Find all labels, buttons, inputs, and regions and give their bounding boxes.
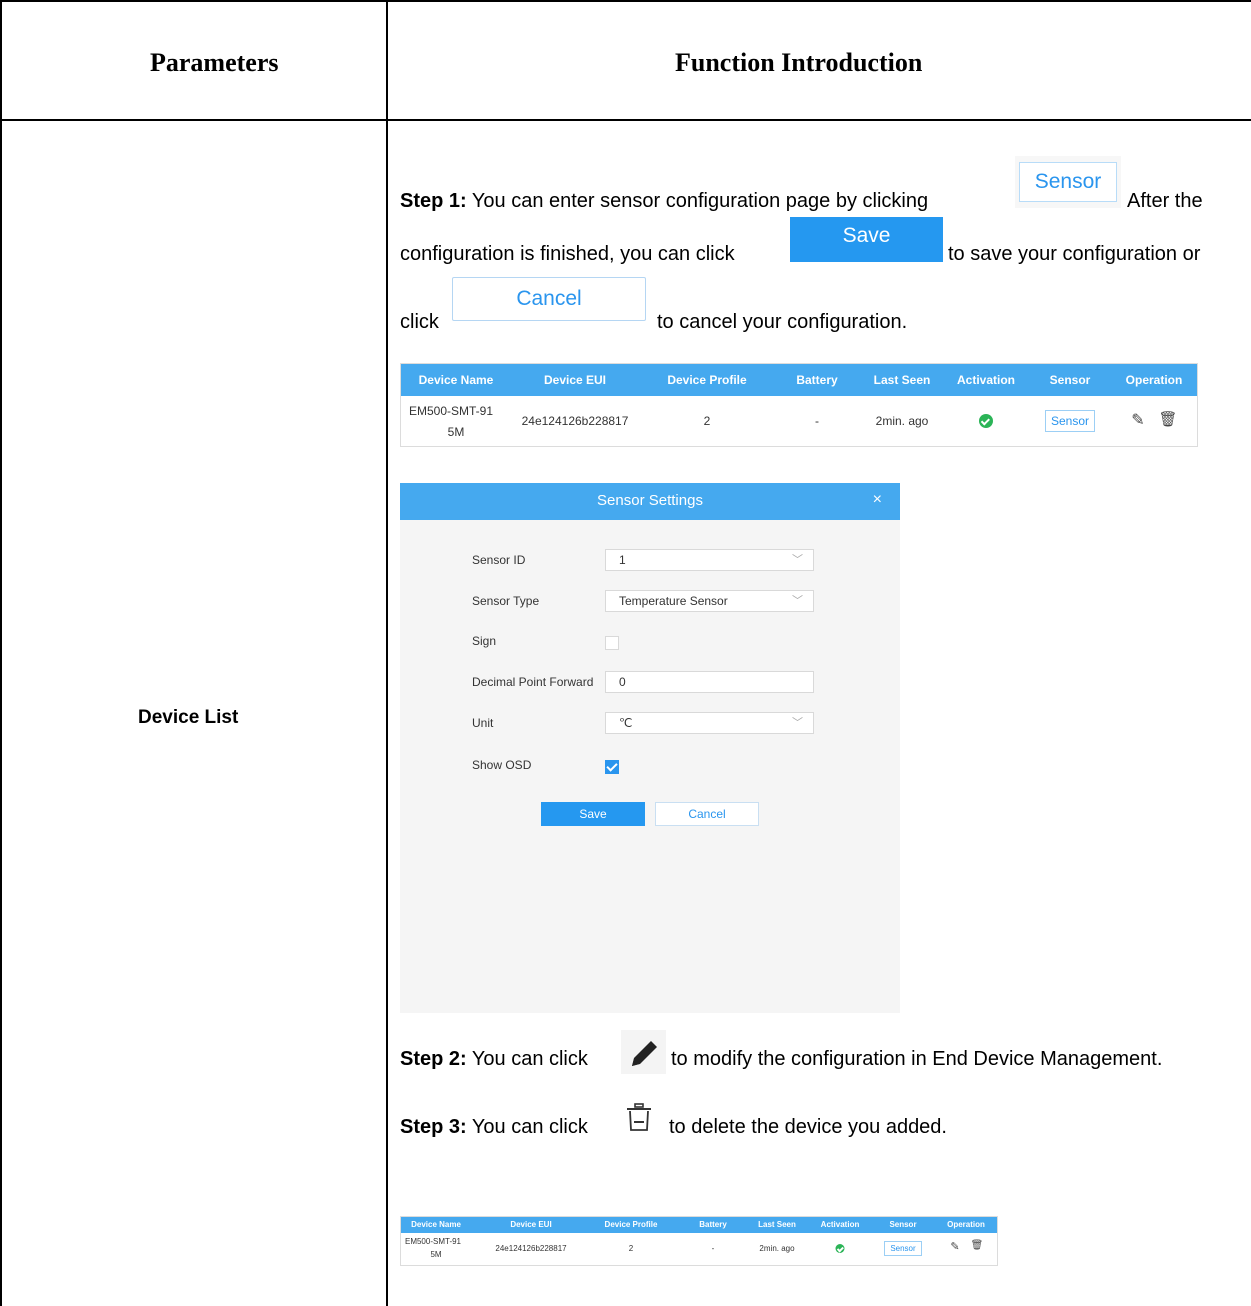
step3-line: Step 3: You can click (400, 1116, 588, 1139)
cell-device-profile: 2 (628, 1244, 634, 1253)
table-column-divider (386, 0, 388, 1306)
step3-label: Step 3: (400, 1116, 467, 1138)
inline-sensor-button-label: Sensor (1019, 162, 1117, 202)
close-icon[interactable]: × (873, 491, 882, 509)
unit-value: ℃ (619, 716, 633, 730)
col-sensor: Sensor (889, 1220, 917, 1229)
col-activation: Activation (820, 1220, 860, 1229)
chevron-down-icon: ﹀ (792, 554, 803, 566)
pencil-icon[interactable]: ✎ (1131, 410, 1144, 430)
step2-text-a: You can click (466, 1048, 588, 1070)
inline-save-button: Save (790, 217, 943, 262)
col-device-eui: Device EUI (510, 1220, 552, 1229)
decimal-point-forward-value: 0 (619, 675, 626, 689)
col-device-profile: Device Profile (667, 373, 747, 387)
row-sensor-button[interactable]: Sensor (1045, 410, 1095, 432)
step1-text-e: click (400, 311, 439, 333)
decimal-point-forward-input[interactable]: 0 (605, 671, 814, 693)
col-battery: Battery (699, 1220, 727, 1229)
pencil-icon[interactable]: ✎ (950, 1240, 959, 1253)
step1-label: Step 1: (400, 190, 467, 212)
decimal-point-forward-label: Decimal Point Forward (472, 675, 594, 689)
cell-battery: - (711, 1244, 715, 1253)
trash-icon[interactable]: 🗑 (1158, 410, 1177, 428)
sensor-type-value: Temperature Sensor (619, 594, 728, 608)
document-table: Parameters Function Introduction Device … (0, 0, 1251, 1306)
col-sensor: Sensor (1049, 373, 1091, 387)
activation-check-icon (835, 1244, 845, 1253)
step1-line1: Step 1: You can enter sensor configurati… (400, 190, 928, 213)
step1-text-a: You can enter sensor configuration page … (466, 190, 929, 212)
chevron-down-icon: ﹀ (792, 595, 803, 607)
row-sensor-button[interactable]: Sensor (884, 1241, 922, 1256)
col-activation: Activation (956, 373, 1016, 387)
dialog-title: Sensor Settings (597, 492, 703, 509)
device-table-small-header: Device Name Device EUI Device Profile Ba… (401, 1217, 997, 1233)
device-table-small: Device Name Device EUI Device Profile Ba… (400, 1216, 998, 1266)
step1-text-d: to save your configuration or (948, 243, 1201, 265)
chevron-down-icon: ﹀ (792, 717, 803, 729)
step2-line: Step 2: You can click (400, 1048, 588, 1071)
device-table-header: Device Name Device EUI Device Profile Ba… (401, 364, 1197, 396)
inline-cancel-button: Cancel (452, 277, 646, 321)
dialog-save-button[interactable]: Save (541, 802, 645, 826)
dialog-header: Sensor Settings × (400, 483, 900, 520)
show-osd-checkbox[interactable] (605, 760, 619, 774)
col-device-name: Device Name (411, 1220, 461, 1229)
header-function-introduction: Function Introduction (675, 48, 923, 77)
step1-text-f: to cancel your configuration. (657, 311, 908, 333)
cell-device-name-1: EM500-SMT-91 (408, 404, 494, 418)
inline-trash-icon (621, 1099, 661, 1141)
cell-battery: - (815, 414, 819, 428)
step1-text-c: configuration is finished, you can click (400, 243, 735, 265)
col-last-seen: Last Seen (873, 373, 931, 387)
cell-device-profile: 2 (703, 414, 711, 428)
step3-text-b: to delete the device you added. (669, 1116, 947, 1138)
step3-text-a: You can click (466, 1116, 588, 1138)
table-border-top (0, 0, 1251, 2)
sensor-id-value: 1 (619, 553, 626, 567)
row-label-device-list: Device List (138, 707, 239, 728)
activation-check-icon (979, 414, 993, 428)
inline-sensor-button: Sensor (1015, 156, 1121, 208)
sensor-id-label: Sensor ID (472, 553, 526, 567)
inline-pencil-icon (621, 1030, 666, 1074)
col-operation: Operation (947, 1220, 985, 1229)
col-battery: Battery (796, 373, 838, 387)
cell-device-name-2: 5M (430, 1250, 442, 1259)
sensor-type-select[interactable]: Temperature Sensor ﹀ (605, 590, 814, 612)
header-parameters: Parameters (150, 48, 279, 77)
unit-label: Unit (472, 716, 494, 730)
step2-label: Step 2: (400, 1048, 467, 1070)
cell-device-name-1: EM500-SMT-91 (404, 1237, 462, 1246)
col-last-seen: Last Seen (758, 1220, 796, 1229)
trash-icon[interactable]: 🗑 (971, 1240, 984, 1251)
table-header-divider (0, 119, 1251, 121)
cell-last-seen: 2min. ago (759, 1244, 795, 1253)
col-device-name: Device Name (418, 373, 494, 387)
device-table-large: Device Name Device EUI Device Profile Ba… (400, 363, 1198, 447)
sensor-type-label: Sensor Type (472, 594, 540, 608)
cell-device-eui: 24e124126b228817 (495, 1244, 567, 1253)
step1-text-b: After the (1127, 190, 1203, 212)
cell-device-eui: 24e124126b228817 (521, 414, 629, 428)
step2-text-b: to modify the configuration in End Devic… (671, 1048, 1163, 1070)
col-operation: Operation (1125, 373, 1183, 387)
sensor-settings-dialog: Sensor Settings × Sensor ID 1 ﹀ Sensor T… (400, 483, 900, 1013)
table-border-left (0, 0, 2, 1306)
sensor-id-select[interactable]: 1 ﹀ (605, 549, 814, 571)
cell-device-name-2: 5M (447, 425, 465, 439)
dialog-cancel-button[interactable]: Cancel (655, 802, 759, 826)
unit-select[interactable]: ℃ ﹀ (605, 712, 814, 734)
col-device-profile: Device Profile (604, 1220, 658, 1229)
cell-last-seen: 2min. ago (875, 414, 929, 428)
sign-checkbox[interactable] (605, 636, 619, 650)
sign-label: Sign (472, 634, 497, 648)
show-osd-label: Show OSD (472, 758, 532, 772)
col-device-eui: Device EUI (543, 373, 607, 387)
